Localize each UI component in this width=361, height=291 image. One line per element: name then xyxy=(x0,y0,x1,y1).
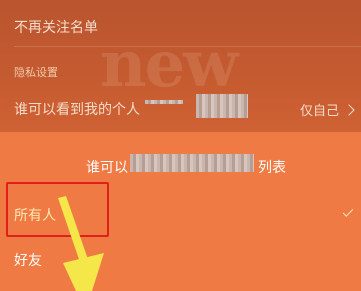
privacy-settings-screen: new 不再关注名单 隐私设置 谁可以看到我的个人 仅自己 谁可以 列表 所有人… xyxy=(0,0,361,291)
arrow-head xyxy=(63,253,104,291)
arrow-annotation xyxy=(58,196,104,291)
